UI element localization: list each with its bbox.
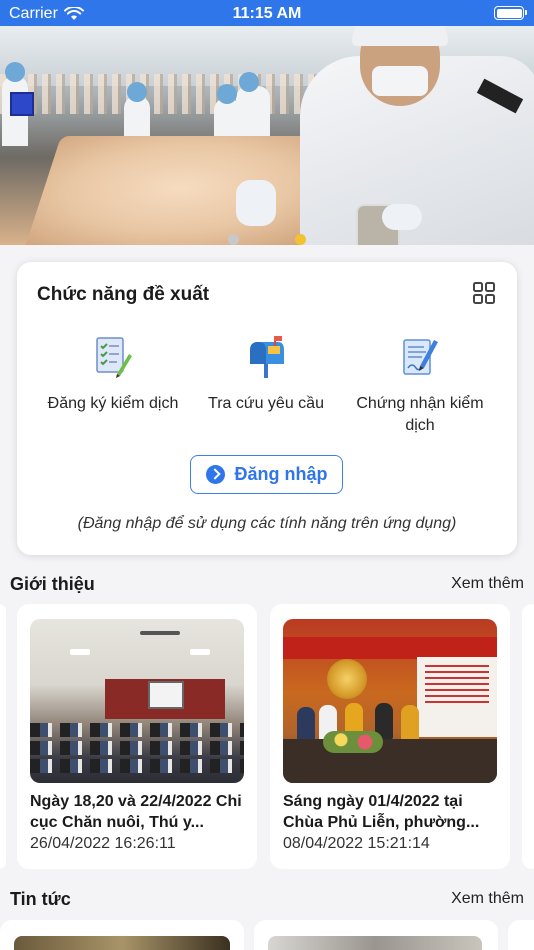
checklist-document-icon bbox=[96, 337, 132, 378]
article-date: 08/04/2022 15:21:14 bbox=[283, 835, 430, 852]
feature-label: Đăng ký kiểm dịch bbox=[47, 395, 179, 412]
login-button[interactable]: Đăng nhập bbox=[190, 455, 343, 494]
carousel-edge-card bbox=[508, 920, 534, 950]
login-hint: (Đăng nhập để sử dụng các tính năng trên… bbox=[77, 515, 457, 532]
feature-register-quarantine[interactable]: Đăng ký kiểm dịch bbox=[38, 336, 188, 415]
article-thumbnail bbox=[268, 936, 482, 950]
article-thumbnail bbox=[30, 619, 244, 783]
section-title: Tin tức bbox=[10, 889, 71, 909]
see-more-link[interactable]: Xem thêm bbox=[451, 890, 524, 908]
see-more-link[interactable]: Xem thêm bbox=[451, 575, 524, 593]
carousel-edge-card bbox=[0, 604, 6, 869]
feature-lookup-request[interactable]: Tra cứu yêu cầu bbox=[191, 336, 341, 415]
carousel-dot[interactable] bbox=[228, 234, 239, 245]
carousel-indicator bbox=[0, 234, 534, 245]
article-thumbnail bbox=[283, 619, 497, 783]
feature-label: Tra cứu yêu cầu bbox=[208, 395, 324, 412]
suggested-functions-card: Chức năng đề xuất Đăng ký kiểm dịch Tra … bbox=[17, 262, 517, 555]
article-date: 26/04/2022 16:26:11 bbox=[30, 835, 176, 852]
news-section-header: Tin tức Xem thêm bbox=[10, 889, 524, 913]
carousel-edge-card bbox=[522, 604, 534, 869]
status-bar: Carrier 11:15 AM bbox=[0, 0, 534, 26]
article-headline: Sáng ngày 01/4/2022 tại Chùa Phủ Liễn, p… bbox=[283, 793, 480, 831]
feature-label: Chứng nhận kiểm dịch bbox=[356, 395, 484, 434]
article-thumbnail bbox=[14, 936, 230, 950]
mailbox-icon bbox=[250, 336, 284, 378]
intro-article-card[interactable]: Sáng ngày 01/4/2022 tại Chùa Phủ Liễn, p… bbox=[270, 604, 510, 869]
carousel-dot-active[interactable] bbox=[295, 234, 306, 245]
signed-document-icon bbox=[403, 339, 438, 375]
hero-banner[interactable] bbox=[0, 26, 534, 245]
battery-icon bbox=[494, 6, 527, 20]
feature-quarantine-certificate[interactable]: Chứng nhận kiểm dịch bbox=[345, 336, 495, 437]
grid-menu-icon[interactable] bbox=[473, 282, 495, 304]
intro-section-header: Giới thiệu Xem thêm bbox=[10, 574, 524, 598]
article-headline: Ngày 18,20 và 22/4/2022 Chi cục Chăn nuô… bbox=[30, 793, 242, 831]
suggested-title: Chức năng đề xuất bbox=[37, 284, 210, 305]
intro-article-card[interactable]: Ngày 18,20 và 22/4/2022 Chi cục Chăn nuô… bbox=[17, 604, 257, 869]
login-label: Đăng nhập bbox=[234, 464, 328, 484]
section-title: Giới thiệu bbox=[10, 574, 95, 594]
clock: 11:15 AM bbox=[232, 5, 302, 22]
arrow-right-circle-icon bbox=[205, 465, 225, 484]
